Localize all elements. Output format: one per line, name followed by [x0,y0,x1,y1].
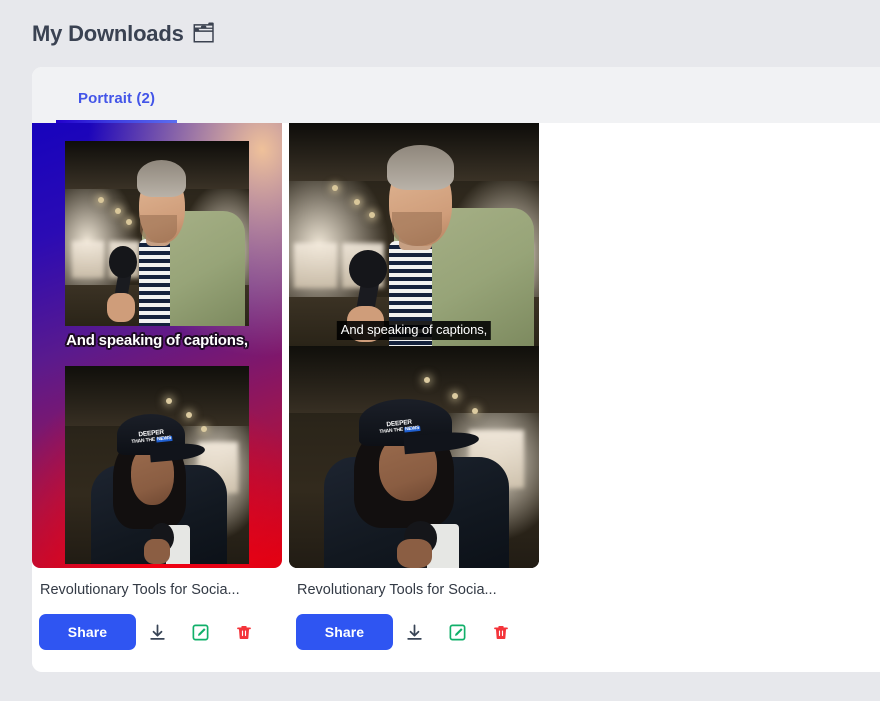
card-divider [285,123,286,666]
download-card[interactable]: And speaking of captions, DEEPER THAN TH… [289,123,539,666]
share-button[interactable]: Share [39,614,136,650]
card-thumbnail-fullbleed[interactable]: And speaking of captions, DEEPER THAN TH… [289,123,539,568]
share-button[interactable]: Share [296,614,393,650]
card-thumbnail-gradient[interactable]: And speaking of captions, DEEPER THAN TH… [32,123,282,568]
downloads-panel: Portrait (2) And speaking of captions, D… [32,67,880,672]
download-card[interactable]: And speaking of captions, DEEPER THAN TH… [32,123,282,666]
scene-woman-with-cap: DEEPER THAN THE NEWS [289,346,539,568]
card-title: Revolutionary Tools for Socia... [40,582,240,598]
card-body: Revolutionary Tools for Socia... Share [289,568,539,666]
folder-icon: 🗂 [191,23,216,44]
card-actions: Share [296,614,532,650]
video-frame-bottom: DEEPER THAN THE NEWS [65,366,249,565]
tab-portrait[interactable]: Portrait (2) [56,90,178,123]
card-actions: Share [39,614,275,650]
video-frame-top [65,141,249,326]
video-frame-bottom: DEEPER THAN THE NEWS [289,346,539,568]
delete-button[interactable] [479,615,522,649]
page-title-text: My Downloads [32,20,184,46]
trash-icon [235,623,253,642]
page-header: My Downloads 🗂 [0,0,880,67]
video-caption: And speaking of captions, [336,321,492,340]
page-title: My Downloads 🗂 [32,21,216,47]
downloads-page: My Downloads 🗂 Portrait (2) And speaking… [0,0,880,701]
edit-icon [448,623,467,642]
scene-man-with-microphone [65,141,249,326]
download-icon [148,623,167,642]
trash-icon [492,623,510,642]
download-icon [405,623,424,642]
edit-button[interactable] [179,615,222,649]
scene-man-with-microphone [289,123,539,346]
video-caption: And speaking of captions, [66,332,248,349]
downloads-card-grid: And speaking of captions, DEEPER THAN TH… [32,123,880,666]
download-button[interactable] [136,615,179,649]
delete-button[interactable] [222,615,265,649]
video-frame-top: And speaking of captions, [289,123,539,346]
edit-icon [191,623,210,642]
card-body: Revolutionary Tools for Socia... Share [32,568,282,666]
scene-woman-with-cap: DEEPER THAN THE NEWS [65,366,249,565]
card-title: Revolutionary Tools for Socia... [297,582,497,598]
edit-button[interactable] [436,615,479,649]
download-button[interactable] [393,615,436,649]
tab-strip: Portrait (2) [32,67,880,123]
